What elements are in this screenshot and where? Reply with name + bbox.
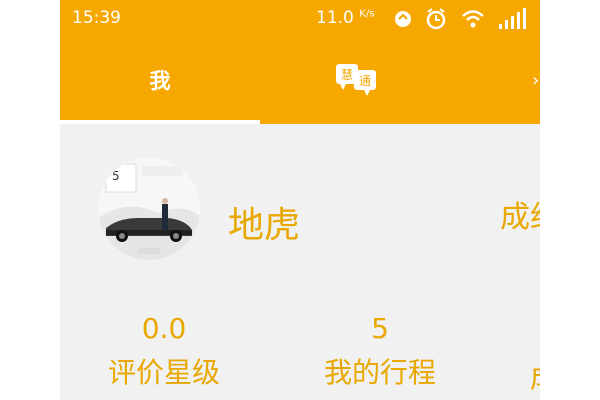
tab-me[interactable]: 我 [60, 40, 260, 120]
app-screen: 15:39 11.0 K/s 我 慧 通 › 5 地虎 成 0.0 评价星级 5… [60, 0, 540, 400]
username: 地虎 [228, 205, 301, 246]
status-time: 15:39 [72, 8, 121, 28]
stat-rating[interactable]: 0.0 评价星级 [90, 312, 238, 391]
chat-icon-char-1: 慧 [341, 67, 353, 82]
trips-label: 我的行程 [323, 356, 436, 389]
chat-bubbles-icon: 慧 通 [336, 64, 376, 96]
stat-partial-label: 成 [530, 356, 540, 396]
tab-huitong[interactable]: 慧 通 [326, 62, 386, 100]
stat-trips[interactable]: 5 我的行程 [306, 312, 454, 391]
avatar[interactable]: 5 [98, 158, 200, 260]
avatar-car-image: 5 [98, 158, 200, 260]
tab-selected-indicator [60, 120, 260, 124]
status-bar: 15:39 11.0 K/s [60, 0, 540, 40]
rating-label: 评价星级 [107, 356, 220, 389]
network-speed: 11.0 K/s [316, 8, 375, 28]
rating-value: 0.0 [141, 312, 187, 345]
signal-icon [498, 6, 528, 32]
app-notification-icon [392, 6, 414, 32]
tab-next-partial: › [532, 70, 540, 90]
trips-value: 5 [371, 312, 389, 345]
chat-icon-char-2: 通 [359, 74, 371, 88]
svg-text:5: 5 [112, 169, 120, 183]
tab-bar: 我 慧 通 › [60, 40, 540, 124]
wifi-icon [460, 6, 486, 32]
right-partial-label: 成约 [500, 200, 540, 232]
alarm-icon [424, 6, 448, 32]
